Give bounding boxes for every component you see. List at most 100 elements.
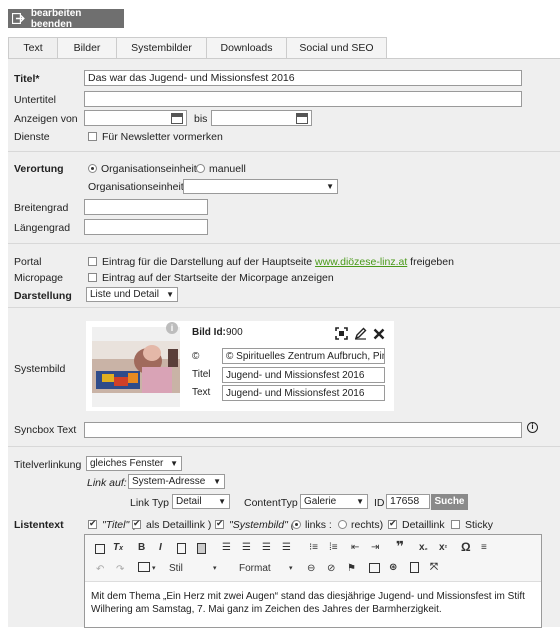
subscript-icon[interactable]: x₂ <box>419 542 428 555</box>
detaillink-option[interactable]: Detaillink <box>388 518 445 531</box>
darstellung-select[interactable]: Liste und Detail ▼ <box>86 287 178 302</box>
untertitel-label: Untertitel <box>14 94 57 106</box>
clear-format-icon[interactable]: Tx <box>113 542 123 555</box>
portal-option[interactable]: Eintrag für die Darstellung auf der Haup… <box>88 256 454 268</box>
titel-option[interactable]: "Titel" ( <box>88 518 136 531</box>
omega-icon[interactable]: Ω <box>461 541 471 553</box>
radio-manuell[interactable]: manuell <box>196 163 246 175</box>
maximize-icon[interactable]: ⤧ <box>430 562 438 574</box>
paste-icon[interactable] <box>177 543 186 554</box>
indent-icon[interactable]: ⇥ <box>371 542 379 554</box>
systembild-option[interactable]: "Systembild" ( <box>215 518 294 531</box>
editor-content[interactable]: Mit dem Thema „Ein Herz mit zwei Augen“ … <box>91 590 531 616</box>
bild-titel-input[interactable]: Jugend- und Missionsfest 2016 <box>222 367 385 383</box>
undo-icon[interactable]: ↶ <box>96 564 104 576</box>
info-icon[interactable]: i <box>527 422 538 433</box>
fenster-select[interactable]: gleiches Fenster ▼ <box>86 456 182 471</box>
chevron-down-icon[interactable]: ▾ <box>213 563 217 575</box>
als-detaillink-option[interactable]: als Detaillink ) <box>132 518 211 531</box>
tab-downloads[interactable]: Downloads <box>206 37 287 59</box>
align-center-icon[interactable]: ☰ <box>242 542 251 554</box>
paste-text-icon[interactable] <box>197 543 206 554</box>
dienste-label: Dienste <box>14 131 50 143</box>
link-typ-label: Link Typ <box>130 497 169 509</box>
document-icon[interactable] <box>410 562 419 573</box>
radio-manuell-button[interactable] <box>196 163 205 173</box>
tab-systembilder[interactable]: Systembilder <box>116 37 207 59</box>
organisationseinheit-select[interactable]: ▼ <box>183 179 338 194</box>
calendar-icon[interactable] <box>171 113 183 124</box>
bold-icon[interactable]: B <box>138 542 145 554</box>
chevron-down-icon[interactable]: ▾ <box>289 563 293 575</box>
close-icon[interactable] <box>373 328 385 340</box>
micropage-text: Eintrag auf der Startseite der Micorpage… <box>102 272 334 284</box>
titel-input[interactable]: Das war das Jugend- und Missionsfest 201… <box>84 70 522 86</box>
radio-rechts[interactable]: rechts) <box>338 519 383 531</box>
save-icon[interactable] <box>95 544 105 554</box>
radio-rechts-button[interactable] <box>338 519 347 529</box>
radio-links[interactable]: links : <box>292 519 332 531</box>
pencil-icon[interactable] <box>354 327 367 340</box>
id-input[interactable]: 17658 <box>386 494 430 509</box>
content-typ-select[interactable]: Galerie ▼ <box>300 494 368 509</box>
tab-bilder[interactable]: Bilder <box>57 37 117 59</box>
link-icon[interactable]: ⊖ <box>307 563 315 575</box>
link-auf-select[interactable]: System-Adresse ▼ <box>128 474 225 489</box>
table-icon[interactable] <box>138 562 150 572</box>
chevron-down-icon: ▼ <box>356 497 364 506</box>
radio-links-button[interactable] <box>292 519 301 529</box>
systembild-thumbnail[interactable] <box>92 341 180 393</box>
micropage-checkbox[interactable] <box>88 272 97 282</box>
focus-icon[interactable] <box>335 327 348 340</box>
globe-icon[interactable]: ⊛ <box>389 562 397 574</box>
image-icon[interactable] <box>369 563 380 573</box>
titel-checkbox[interactable] <box>88 518 97 529</box>
portal-text-post: freigeben <box>410 256 454 268</box>
chevron-down-icon[interactable]: ▾ <box>152 563 156 575</box>
bild-text-input[interactable]: Jugend- und Missionsfest 2016 <box>222 385 385 401</box>
calendar-icon[interactable] <box>296 113 308 124</box>
align-left-icon[interactable]: ☰ <box>222 542 231 554</box>
detaillink-checkbox[interactable] <box>388 518 397 529</box>
flag-icon[interactable]: ⚑ <box>347 563 356 575</box>
unlink-icon[interactable]: ⊘ <box>327 563 335 575</box>
quote-icon[interactable]: ❞ <box>396 539 404 553</box>
systembild-checkbox[interactable] <box>215 518 224 529</box>
select-value: System-Adresse <box>132 476 206 487</box>
bearbeiten-beenden-button[interactable]: bearbeiten beenden <box>8 7 124 30</box>
align-right-icon[interactable]: ☰ <box>262 542 271 554</box>
info-icon[interactable]: i <box>166 322 178 334</box>
tab-social-seo[interactable]: Social und SEO <box>286 37 387 59</box>
als-detaillink-checkbox[interactable] <box>132 518 141 529</box>
superscript-icon[interactable]: x² <box>439 542 447 555</box>
italic-icon[interactable]: I <box>159 542 162 554</box>
outdent-icon[interactable]: ⇤ <box>351 542 359 554</box>
radio-org-button[interactable] <box>88 163 97 173</box>
stil-dropdown[interactable]: Stil <box>169 563 183 574</box>
syncbox-input[interactable] <box>84 422 522 438</box>
format-dropdown[interactable]: Format <box>239 563 271 574</box>
tab-text[interactable]: Text <box>8 37 58 59</box>
untertitel-input[interactable] <box>84 91 522 107</box>
suche-button[interactable]: Suche <box>431 494 468 510</box>
chevron-down-icon: ▼ <box>166 290 174 299</box>
newsletter-option[interactable]: Für Newsletter vormerken <box>88 131 223 143</box>
portal-link[interactable]: www.diözese-linz.at <box>315 256 407 268</box>
bearbeiten-beenden-label: bearbeiten beenden <box>30 7 82 30</box>
breitengrad-input[interactable] <box>84 199 208 215</box>
micropage-option[interactable]: Eintrag auf der Startseite der Micorpage… <box>88 272 334 284</box>
redo-icon[interactable]: ↷ <box>116 564 124 576</box>
hr-icon[interactable]: ≡ <box>481 542 487 554</box>
bullet-list-icon[interactable]: ⁝≡ <box>309 542 318 554</box>
radio-organisationseinheit[interactable]: Organisationseinheit <box>88 163 197 175</box>
sticky-checkbox[interactable] <box>451 519 460 529</box>
numbered-list-icon[interactable]: ⁞≡ <box>329 542 338 554</box>
listentext-label: Listentext <box>14 519 64 531</box>
newsletter-checkbox[interactable] <box>88 131 97 141</box>
copyright-input[interactable]: © Spirituelles Zentrum Aufbruch, Pin <box>222 348 385 364</box>
laengengrad-input[interactable] <box>84 219 208 235</box>
align-justify-icon[interactable]: ☰ <box>282 542 291 554</box>
link-typ-select[interactable]: Detail ▼ <box>172 494 230 509</box>
portal-checkbox[interactable] <box>88 256 97 266</box>
sticky-option[interactable]: Sticky <box>451 519 493 531</box>
